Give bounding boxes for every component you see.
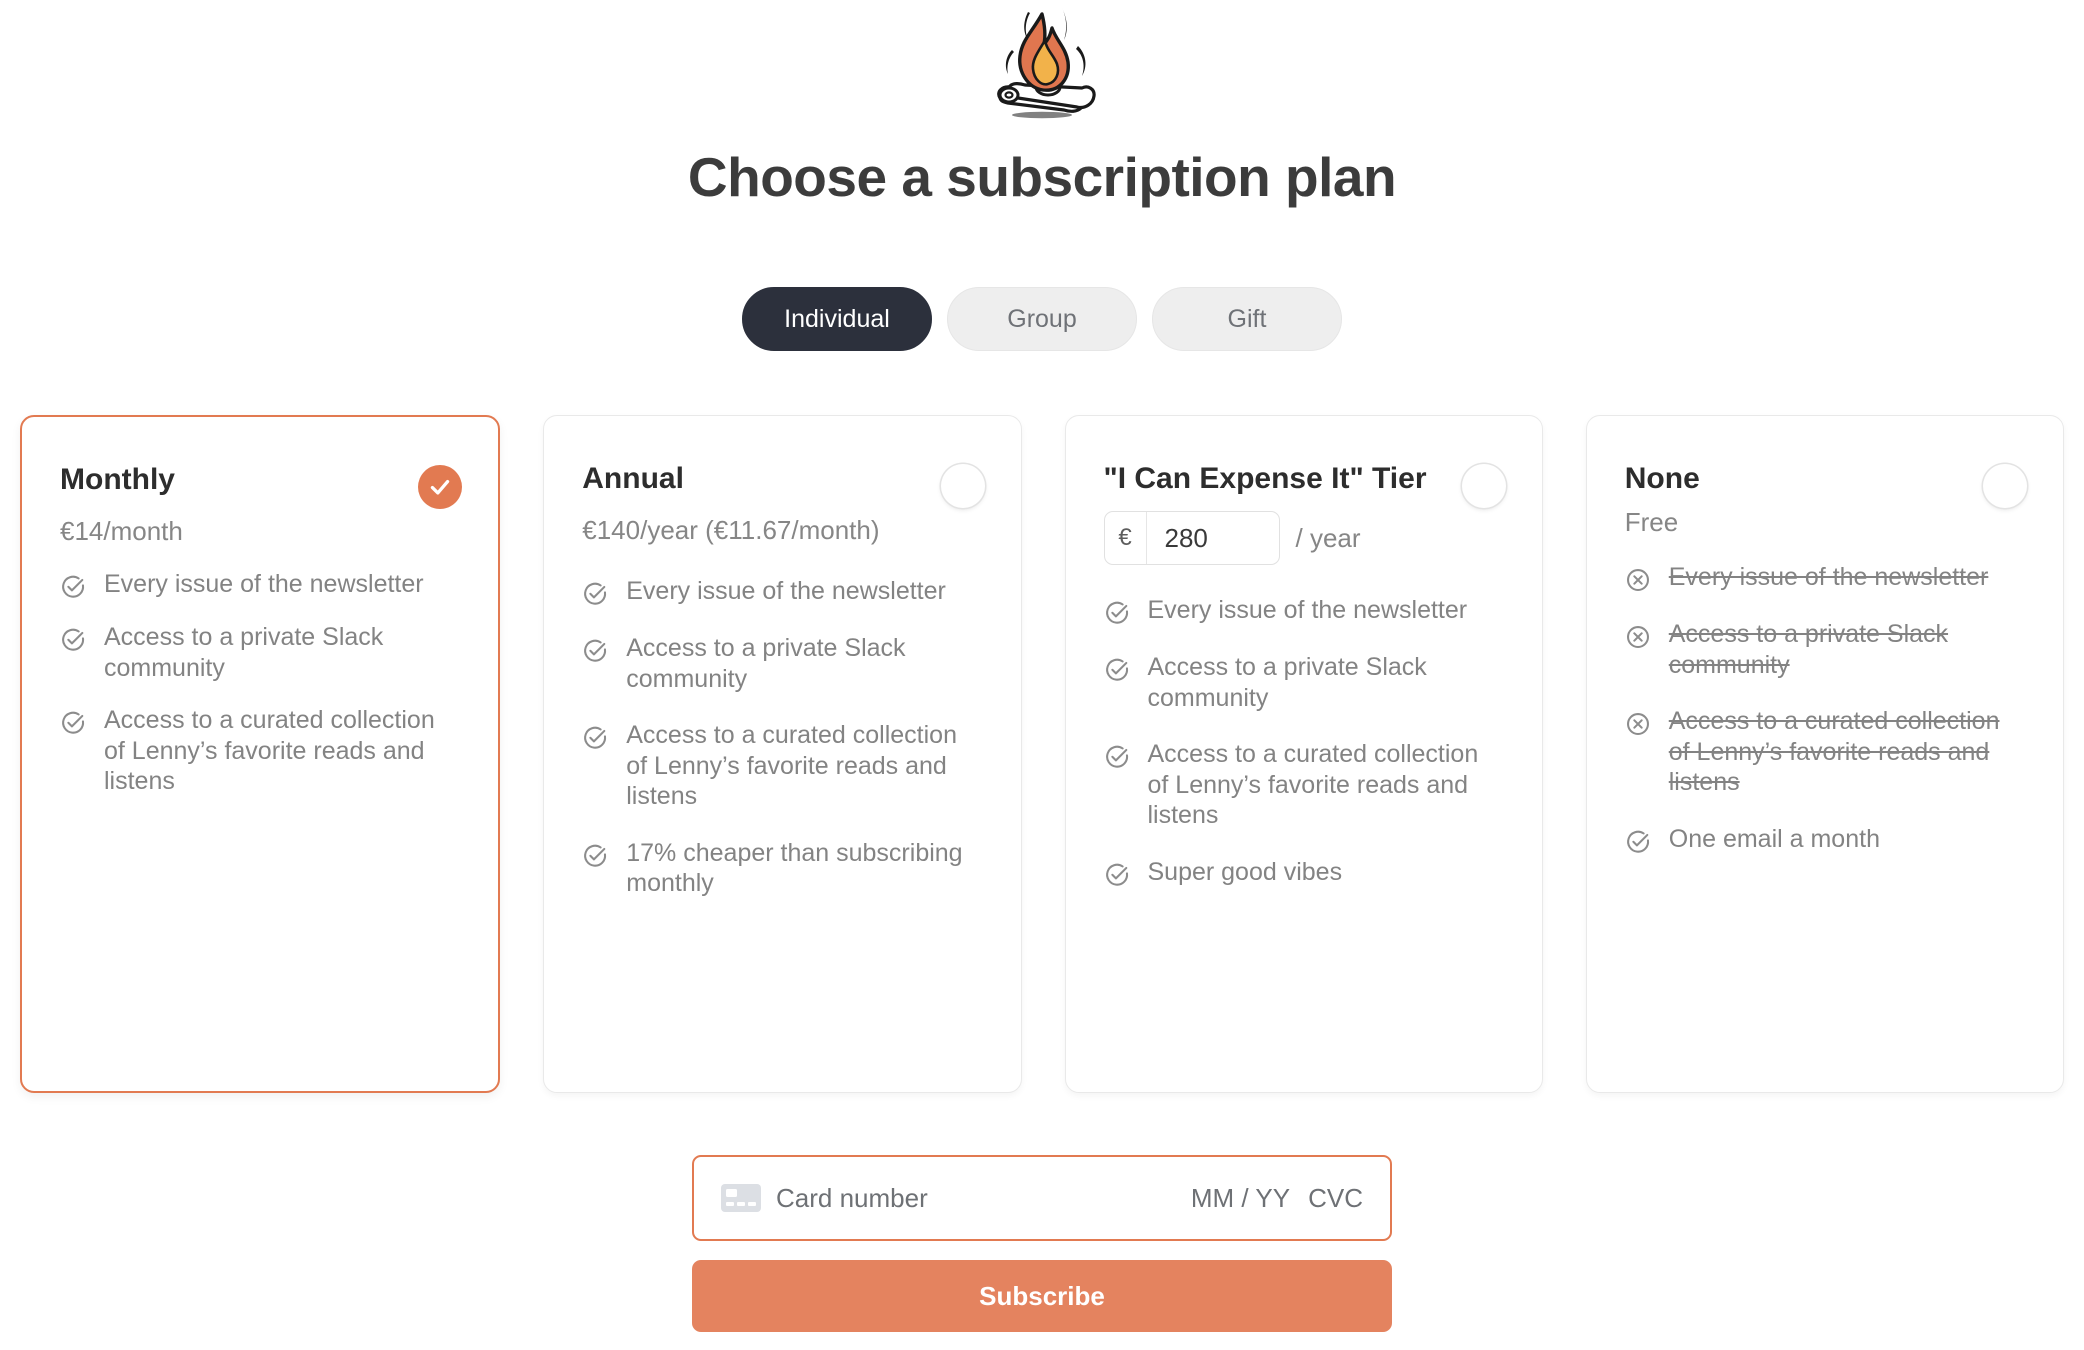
plan-features: Every issue of the newsletter Access to …	[1625, 562, 2025, 855]
feature-label: Access to a curated collection of Lenny’…	[1668, 707, 2000, 797]
feature-label: Access to a private Slack community	[1147, 653, 1427, 712]
feature-label: Access to a private Slack community	[104, 623, 384, 682]
brand-logo	[0, 6, 2084, 131]
feature-label: Access to a private Slack community	[626, 634, 906, 693]
plan-features: Every issue of the newsletter Access to …	[1104, 595, 1504, 888]
plan-card-annual[interactable]: Annual €140/year (€11.67/month) Every is…	[543, 415, 1022, 1093]
page-title: Choose a subscription plan	[687, 146, 1397, 208]
subscription-page: Choose a subscription plan Individual Gr…	[0, 0, 2084, 1350]
plan-features: Every issue of the newsletter Access to …	[60, 569, 460, 797]
feature-item: Every issue of the newsletter	[582, 576, 982, 607]
feature-item: Access to a curated collection of Lenny’…	[582, 720, 982, 812]
check-circle-icon	[582, 725, 608, 751]
feature-item: Access to a curated collection of Lenny’…	[60, 705, 460, 797]
plan-card-expense-tier[interactable]: "I Can Expense It" Tier € 280 / year Eve…	[1064, 415, 1543, 1093]
check-circle-icon	[60, 627, 86, 653]
campfire-icon	[997, 8, 1096, 119]
custom-price-input[interactable]: 280	[1147, 512, 1279, 564]
plan-price: Free	[1624, 507, 1679, 537]
plan-radio-expense-tier[interactable]	[1461, 464, 1506, 508]
feature-item: Access to a curated collection of Lenny’…	[1104, 739, 1504, 831]
card-number-field[interactable]: Card number MM / YY CVC	[692, 1155, 1392, 1241]
x-circle-icon	[1625, 567, 1651, 593]
plan-price: €140/year (€11.67/month)	[582, 515, 880, 545]
plan-title: None	[1624, 462, 1700, 495]
check-circle-icon	[582, 638, 608, 664]
card-number-placeholder: Card number	[776, 1182, 928, 1213]
feature-label: Every issue of the newsletter	[1147, 596, 1468, 624]
check-circle-icon	[1104, 600, 1130, 626]
feature-item: Every issue of the newsletter	[1625, 562, 2025, 593]
plan-features: Every issue of the newsletter Access to …	[582, 576, 982, 899]
tab-group[interactable]: Group	[947, 287, 1137, 351]
plan-radio-annual[interactable]	[940, 464, 985, 508]
feature-label: Super good vibes	[1147, 857, 1343, 886]
plan-title: Annual	[582, 462, 684, 495]
feature-item: Access to a private Slack community	[582, 633, 982, 694]
feature-item: Access to a private Slack community	[1625, 619, 2025, 680]
feature-item: Every issue of the newsletter	[60, 569, 460, 600]
tab-individual[interactable]: Individual	[742, 287, 932, 351]
custom-price-suffix: / year	[1295, 522, 1361, 553]
feature-item: 17% cheaper than subscribing monthly	[582, 838, 982, 899]
credit-card-icon	[721, 1184, 761, 1212]
x-circle-icon	[1625, 711, 1651, 737]
currency-symbol: €	[1105, 512, 1147, 564]
subscribe-button[interactable]: Subscribe	[692, 1260, 1392, 1332]
plan-cards: Monthly €14/month Every issue of the new…	[20, 415, 2064, 1093]
card-cvc-placeholder: CVC	[1308, 1182, 1363, 1213]
check-circle-icon	[1625, 829, 1651, 855]
check-circle-icon	[582, 843, 608, 869]
card-expiry-placeholder: MM / YY	[1190, 1182, 1291, 1213]
check-circle-icon	[1104, 744, 1130, 770]
x-circle-icon	[1625, 624, 1651, 650]
plan-type-tabs: Individual Group Gift	[0, 287, 2084, 351]
feature-item: One email a month	[1625, 824, 2025, 855]
feature-label: Access to a curated collection of Lenny’…	[626, 721, 957, 811]
check-circle-icon	[582, 581, 608, 607]
feature-label: One email a month	[1668, 824, 1880, 853]
plan-card-none[interactable]: None Free Every issue of the newsletter	[1585, 415, 2064, 1093]
custom-price-row: € 280 / year	[1103, 511, 1504, 565]
custom-price-input-group[interactable]: € 280	[1103, 511, 1280, 565]
feature-item: Super good vibes	[1104, 857, 1504, 888]
check-circle-icon	[60, 574, 86, 600]
feature-label: Access to a curated collection of Lenny’…	[1147, 740, 1479, 829]
check-circle-icon	[60, 710, 86, 736]
feature-label: Every issue of the newsletter	[1668, 563, 1989, 592]
feature-label: Access to a curated collection of Lenny’…	[104, 706, 435, 796]
plan-radio-none[interactable]	[1983, 464, 2027, 508]
check-circle-icon	[1104, 862, 1130, 888]
feature-item: Access to a private Slack community	[60, 622, 460, 683]
plan-title: "I Can Expense It" Tier	[1103, 462, 1427, 495]
feature-label: Every issue of the newsletter	[104, 570, 424, 599]
feature-label: Every issue of the newsletter	[626, 577, 946, 606]
plan-title: Monthly	[60, 463, 175, 496]
check-icon	[431, 479, 450, 495]
tab-gift[interactable]: Gift	[1152, 287, 1342, 351]
feature-label: Access to a private Slack community	[1668, 620, 1949, 679]
plan-price: €14/month	[60, 516, 183, 546]
feature-item: Access to a curated collection of Lenny’…	[1625, 706, 2025, 798]
feature-item: Access to a private Slack community	[1104, 652, 1504, 713]
feature-label: 17% cheaper than subscribing monthly	[626, 838, 963, 898]
plan-radio-monthly[interactable]	[418, 465, 463, 509]
check-circle-icon	[1104, 657, 1130, 683]
feature-item: Every issue of the newsletter	[1104, 595, 1504, 626]
plan-card-monthly[interactable]: Monthly €14/month Every issue of the new…	[20, 415, 501, 1093]
payment-section: Card number MM / YY CVC Subscribe	[0, 1155, 2084, 1332]
